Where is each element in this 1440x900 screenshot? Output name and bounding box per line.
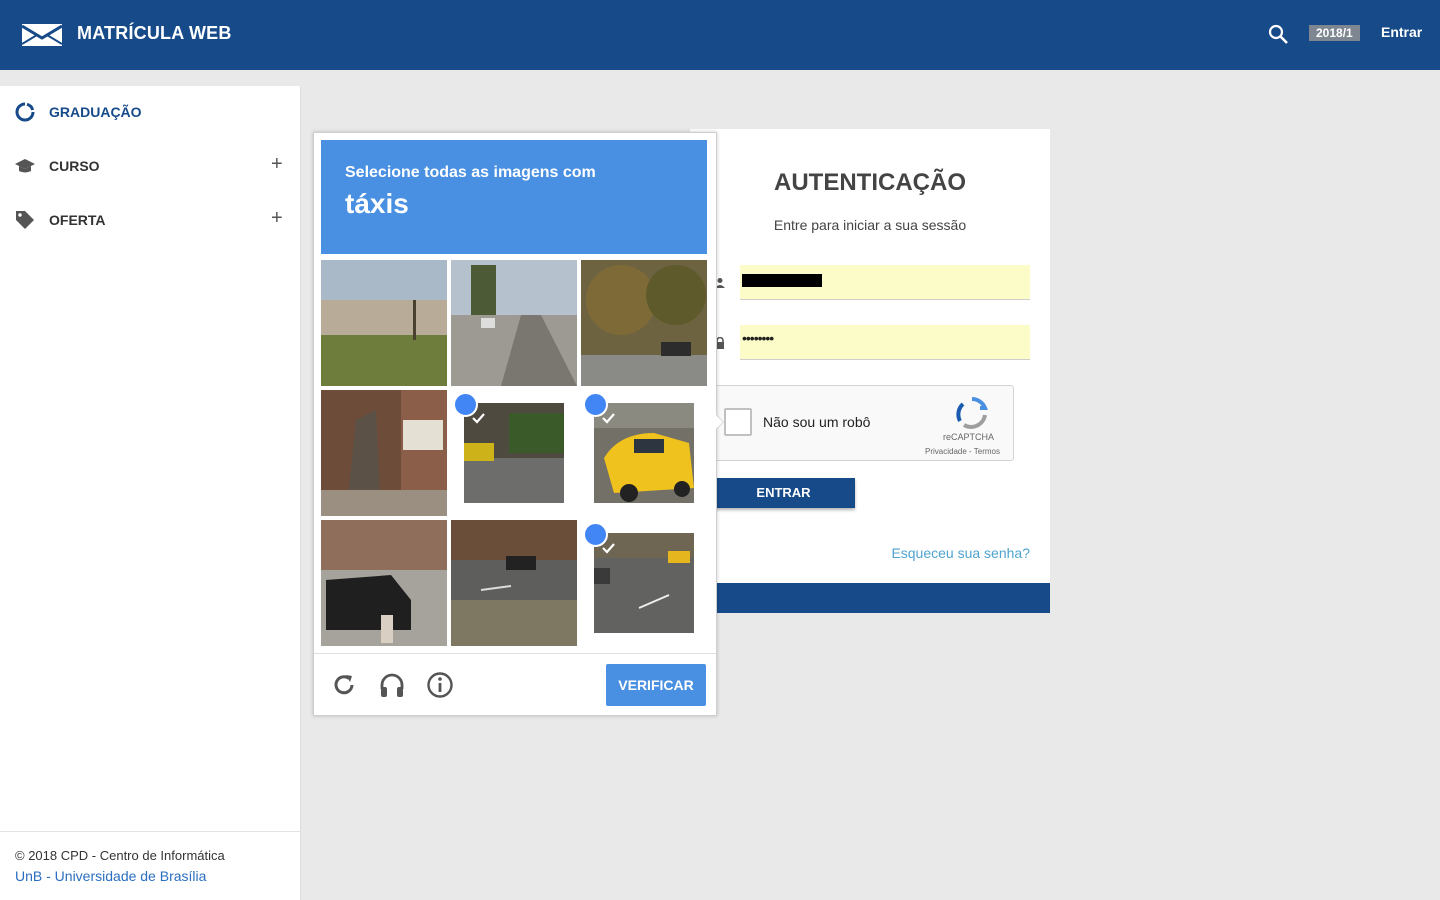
tile-image bbox=[321, 520, 447, 646]
recaptcha-checkbox[interactable] bbox=[724, 408, 752, 436]
tag-icon bbox=[16, 211, 34, 229]
recaptcha-brand: reCAPTCHA bbox=[943, 432, 995, 442]
headphones-icon[interactable] bbox=[378, 671, 406, 699]
info-icon[interactable] bbox=[426, 671, 454, 699]
captcha-tile-8[interactable] bbox=[451, 520, 577, 646]
tile-image bbox=[451, 520, 577, 646]
captcha-tile-7[interactable] bbox=[321, 520, 447, 646]
username-redacted-value bbox=[742, 274, 822, 287]
selected-check-icon bbox=[583, 522, 615, 554]
expand-icon[interactable]: + bbox=[271, 153, 283, 176]
envelope-logo-icon[interactable] bbox=[22, 24, 62, 46]
captcha-tile-9[interactable] bbox=[581, 520, 707, 646]
app-title[interactable]: MATRÍCULA WEB bbox=[77, 23, 232, 44]
password-field[interactable]: •••••••• bbox=[740, 325, 1030, 360]
captcha-tile-2[interactable] bbox=[451, 260, 577, 386]
term-badge: 2018/1 bbox=[1309, 25, 1360, 41]
login-title: AUTENTICAÇÃO bbox=[774, 169, 966, 196]
password-value: •••••••• bbox=[742, 330, 774, 346]
tile-image bbox=[451, 260, 577, 386]
tile-image bbox=[321, 260, 447, 386]
sidebar-item-graduacao[interactable]: GRADUAÇÃO bbox=[0, 92, 300, 132]
captcha-tile-1[interactable] bbox=[321, 260, 447, 386]
submit-button[interactable]: ENTRAR bbox=[712, 478, 855, 508]
card-bottom-bar bbox=[690, 583, 1050, 613]
recaptcha-logo-icon bbox=[956, 397, 988, 429]
forgot-password-link[interactable]: Esqueceu sua senha? bbox=[891, 545, 1030, 561]
sidebar-item-curso[interactable]: CURSO + bbox=[0, 146, 300, 186]
sidebar: GRADUAÇÃO CURSO + OFERTA + © 2018 CPD - … bbox=[0, 86, 301, 900]
captcha-footer: VERIFICAR bbox=[314, 653, 716, 716]
graduation-cap-icon bbox=[15, 159, 35, 173]
recaptcha-terms-link[interactable]: Privacidade - Termos bbox=[925, 447, 1000, 456]
sidebar-item-label: GRADUAÇÃO bbox=[49, 104, 142, 120]
login-card: AUTENTICAÇÃO Entre para iniciar a sua se… bbox=[690, 129, 1050, 613]
captcha-target: táxis bbox=[345, 188, 409, 219]
top-navbar: MATRÍCULA WEB 2018/1 Entrar bbox=[0, 0, 1440, 70]
login-link[interactable]: Entrar bbox=[1381, 24, 1422, 40]
captcha-prompt: Selecione todas as imagens com bbox=[345, 164, 596, 181]
recaptcha-label: Não sou um robô bbox=[763, 414, 871, 430]
recaptcha-widget: Não sou um robô reCAPTCHA Privacidade - … bbox=[712, 385, 1014, 461]
selected-check-icon bbox=[453, 392, 485, 424]
tile-image bbox=[321, 390, 447, 516]
popup-arrow-inner bbox=[713, 412, 723, 432]
circle-notch-icon bbox=[15, 102, 35, 122]
sidebar-item-label: CURSO bbox=[49, 158, 100, 174]
reload-icon[interactable] bbox=[330, 671, 358, 699]
username-field[interactable] bbox=[740, 265, 1030, 300]
sidebar-item-oferta[interactable]: OFERTA + bbox=[0, 200, 300, 240]
copyright-text: © 2018 CPD - Centro de Informática bbox=[15, 848, 225, 863]
sidebar-footer: © 2018 CPD - Centro de Informática UnB -… bbox=[0, 831, 300, 884]
captcha-tile-5[interactable] bbox=[451, 390, 577, 516]
university-link[interactable]: UnB - Universidade de Brasília bbox=[15, 868, 300, 884]
verify-button[interactable]: VERIFICAR bbox=[606, 664, 706, 706]
captcha-tile-6[interactable] bbox=[581, 390, 707, 516]
sidebar-item-label: OFERTA bbox=[49, 212, 106, 228]
captcha-challenge-popup: Selecione todas as imagens com táxis VER… bbox=[313, 132, 717, 716]
search-icon[interactable] bbox=[1266, 22, 1290, 46]
login-subtitle: Entre para iniciar a sua sessão bbox=[773, 217, 967, 233]
tile-image bbox=[581, 260, 707, 386]
selected-check-icon bbox=[583, 392, 615, 424]
expand-icon[interactable]: + bbox=[271, 207, 283, 230]
captcha-tile-3[interactable] bbox=[581, 260, 707, 386]
captcha-tile-4[interactable] bbox=[321, 390, 447, 516]
captcha-header: Selecione todas as imagens com táxis bbox=[321, 140, 707, 254]
